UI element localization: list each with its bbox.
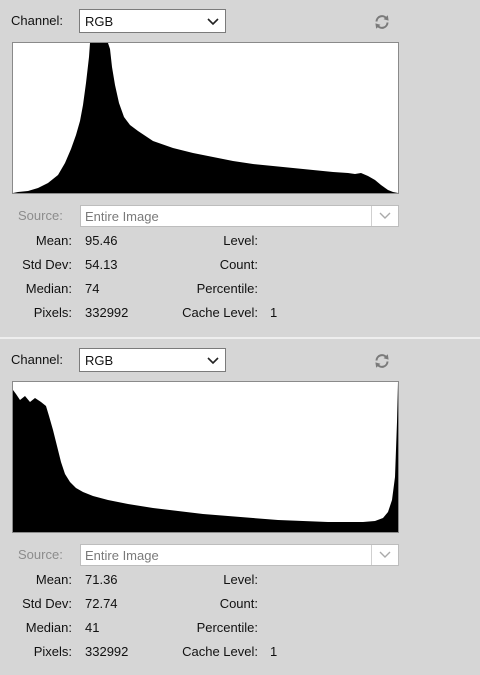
- source-select: Entire Image: [80, 544, 399, 566]
- count-label: Count:: [219, 257, 258, 272]
- channel-value: RGB: [85, 353, 114, 368]
- source-label: Source:: [18, 547, 63, 562]
- pixels-label: Pixels:: [33, 644, 72, 659]
- chevron-down-icon: [207, 357, 219, 365]
- histogram-plot: [13, 382, 398, 532]
- percentile-label: Percentile:: [196, 620, 258, 635]
- channel-label: Channel:: [11, 352, 64, 367]
- histogram-graph: [12, 42, 399, 194]
- median-value: 74: [85, 281, 100, 296]
- mean-label: Mean:: [35, 572, 72, 587]
- refresh-icon[interactable]: [373, 13, 391, 31]
- cache-level-value: 1: [270, 644, 278, 659]
- level-label: Level:: [223, 233, 258, 248]
- std-dev-value: 72.74: [85, 596, 118, 611]
- mean-value: 95.46: [85, 233, 118, 248]
- std-dev-label: Std Dev:: [22, 596, 72, 611]
- level-label: Level:: [223, 572, 258, 587]
- source-select: Entire Image: [80, 205, 399, 227]
- chevron-down-icon: [379, 212, 391, 219]
- chevron-down-icon: [379, 551, 391, 558]
- cache-level-label: Cache Level:: [182, 305, 258, 320]
- channel-select[interactable]: RGB: [79, 9, 226, 33]
- source-value: Entire Image: [85, 548, 159, 563]
- histogram-panel-2: Channel: RGB Source: Entire Image Mean: …: [0, 339, 480, 675]
- mean-label: Mean:: [35, 233, 72, 248]
- channel-value: RGB: [85, 14, 114, 29]
- std-dev-label: Std Dev:: [22, 257, 72, 272]
- source-value: Entire Image: [85, 209, 159, 224]
- mean-value: 71.36: [85, 572, 118, 587]
- percentile-label: Percentile:: [196, 281, 258, 296]
- histogram-plot: [13, 43, 398, 193]
- pixels-label: Pixels:: [33, 305, 72, 320]
- std-dev-value: 54.13: [85, 257, 118, 272]
- median-label: Median:: [25, 620, 72, 635]
- histogram-graph: [12, 381, 399, 533]
- count-label: Count:: [219, 596, 258, 611]
- source-label: Source:: [18, 208, 63, 223]
- median-label: Median:: [25, 281, 72, 296]
- refresh-icon[interactable]: [373, 352, 391, 370]
- channel-select[interactable]: RGB: [79, 348, 226, 372]
- cache-level-label: Cache Level:: [182, 644, 258, 659]
- median-value: 41: [85, 620, 100, 635]
- chevron-down-icon: [207, 18, 219, 26]
- cache-level-value: 1: [270, 305, 278, 320]
- histogram-panel-1: Channel: RGB Source: Entire Image Mean: …: [0, 0, 480, 337]
- channel-label: Channel:: [11, 13, 64, 28]
